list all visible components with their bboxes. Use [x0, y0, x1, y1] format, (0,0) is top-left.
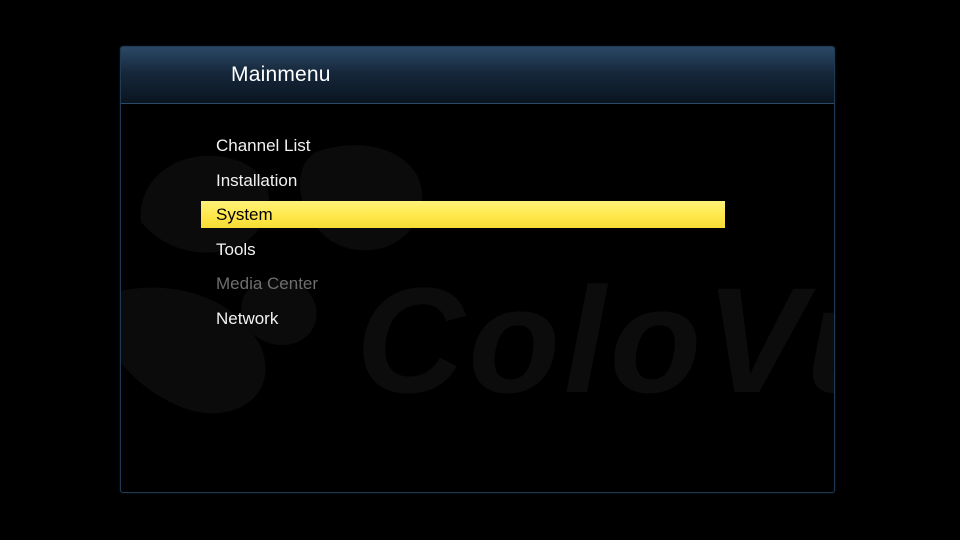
menu-list: Channel List Installation System Tools Media… — [201, 132, 725, 339]
menu-item-label: Media Center — [216, 274, 319, 293]
menu-item-network[interactable]: Network — [201, 305, 725, 332]
menu-item-label: Tools — [216, 239, 256, 259]
menu-item-installation[interactable]: Installation — [201, 167, 725, 194]
menu-item-label: Channel List — [216, 136, 311, 155]
menu-item-label: Network — [216, 308, 279, 328]
menu-item-system[interactable]: System — [201, 201, 725, 228]
menu-item-media-center[interactable]: Media Center — [201, 270, 725, 297]
page-title: Mainmenu — [231, 63, 331, 86]
menu-item-label: Installation — [216, 170, 298, 190]
menu-item-tools[interactable]: Tools — [201, 236, 725, 263]
tv-screen: ColoVu Mainmenu Channel ListInstallation… — [0, 0, 960, 540]
menu-item-label: System — [216, 205, 273, 224]
title-bar: Mainmenu — [121, 47, 834, 104]
main-menu-window: ColoVu Mainmenu Channel ListInstallation… — [120, 46, 835, 493]
menu-item-channel-list[interactable]: Channel List — [201, 132, 725, 159]
